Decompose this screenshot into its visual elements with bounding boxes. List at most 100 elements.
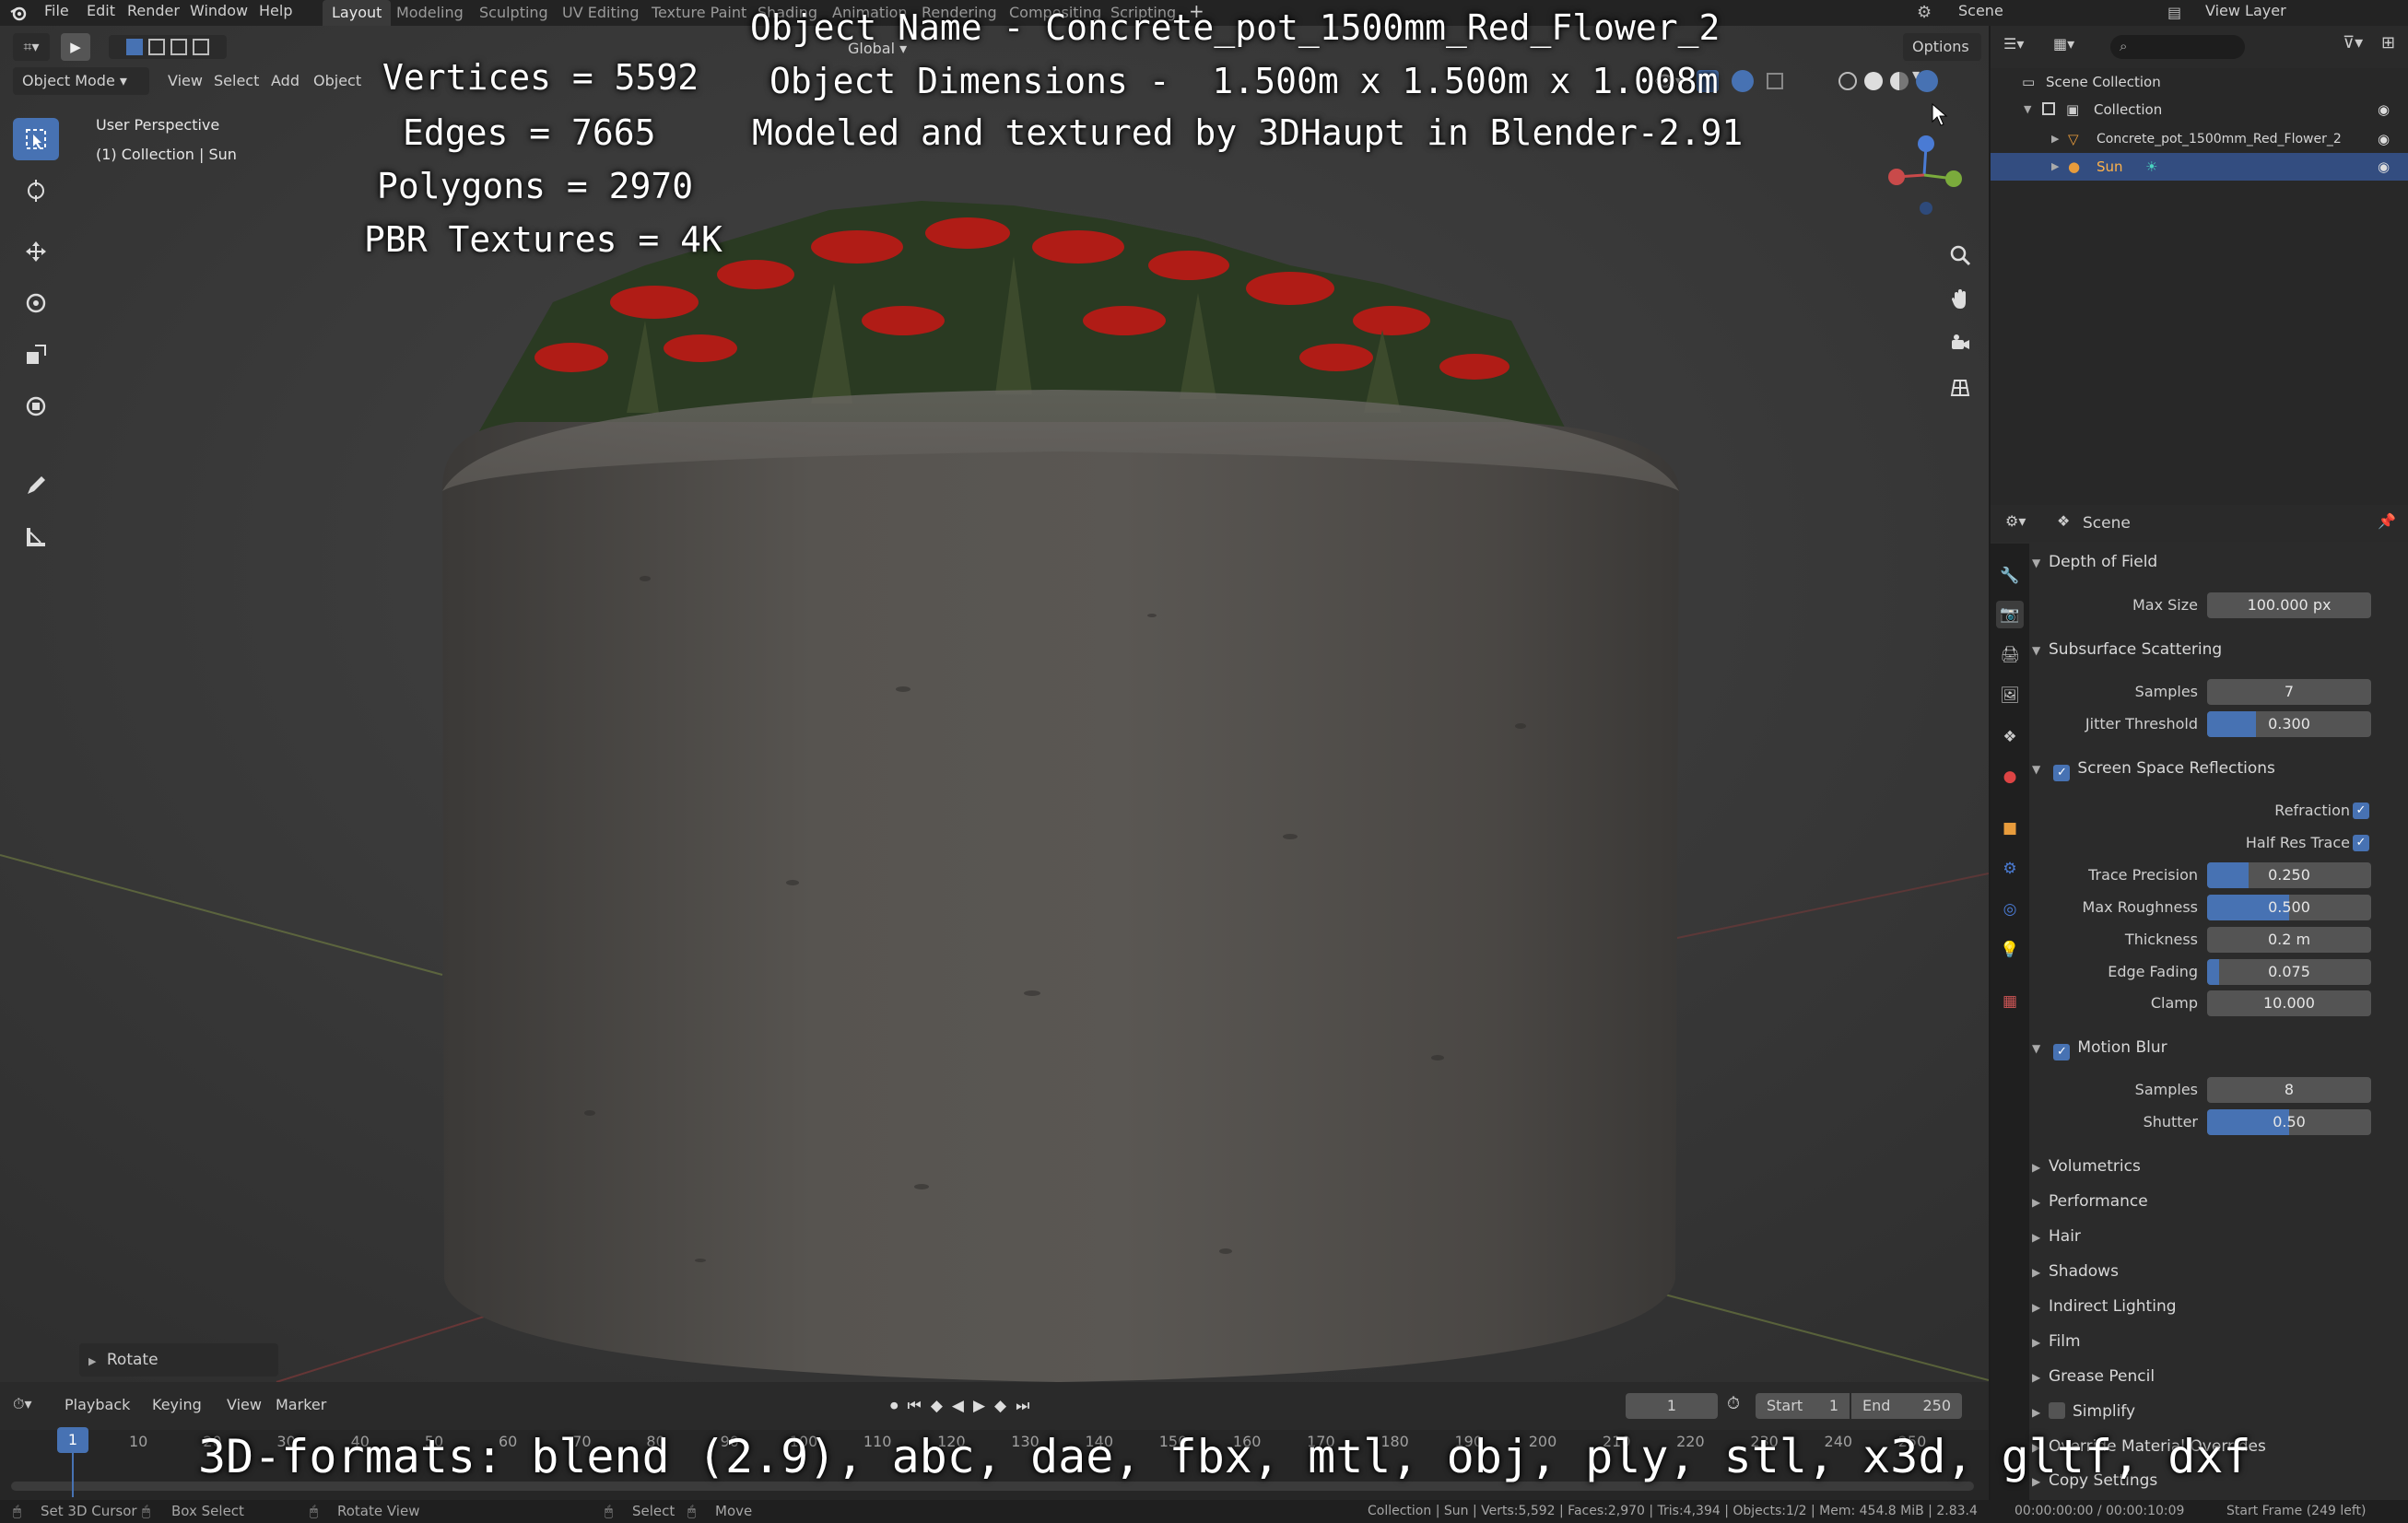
outliner-editor-icon[interactable]: ☰▾ bbox=[2003, 35, 2024, 53]
properties-editor-icon[interactable]: ⚙▾ bbox=[2005, 512, 2026, 530]
collection-checkbox[interactable] bbox=[2042, 102, 2055, 115]
outliner-row-collection[interactable]: ▼ ▣ Collection ◉ bbox=[1991, 96, 2408, 123]
timeline-view-menu[interactable]: View bbox=[227, 1396, 262, 1413]
physics-tab-icon[interactable]: ◎ bbox=[1996, 896, 2024, 923]
sss-samples-field[interactable]: 7 bbox=[2207, 679, 2371, 705]
outliner-row-scene-collection[interactable]: ▭ Scene Collection bbox=[1991, 68, 2408, 96]
outliner-search-input[interactable]: ⌕ bbox=[2110, 35, 2245, 59]
tab-modeling[interactable]: Modeling bbox=[387, 0, 473, 26]
visibility-eye-icon[interactable]: ◉ bbox=[2378, 96, 2390, 123]
ssr-enable-checkbox[interactable]: ✓ bbox=[2053, 765, 2071, 781]
simplify-checkbox[interactable] bbox=[2049, 1402, 2065, 1419]
playback-controls[interactable]: ⏺ ⏮ ◆ ◀ ▶ ◆ ⏭ bbox=[890, 1393, 1075, 1419]
options-dropdown[interactable]: Options ▾ bbox=[1903, 33, 1981, 83]
transform-tool-icon[interactable] bbox=[13, 385, 59, 428]
panel-motion-blur[interactable]: ▼ ✓ Motion Blur bbox=[2032, 1032, 2401, 1063]
panel-volumetrics[interactable]: ▶ Volumetrics bbox=[2032, 1151, 2401, 1182]
panel-shadows[interactable]: ▶ Shadows bbox=[2032, 1256, 2401, 1287]
blender-logo-icon[interactable] bbox=[9, 4, 28, 22]
object-menu[interactable]: Object bbox=[304, 67, 370, 95]
panel-hair[interactable]: ▶ Hair bbox=[2032, 1221, 2401, 1252]
clamp-field[interactable]: 10.000 bbox=[2207, 990, 2371, 1016]
new-collection-icon[interactable]: ⊞ bbox=[2381, 33, 2395, 53]
expand-arrow-icon[interactable]: ▶ bbox=[2051, 153, 2059, 181]
annotate-tool-icon[interactable] bbox=[13, 464, 59, 507]
camera-view-icon[interactable] bbox=[1943, 326, 1978, 361]
pin-icon[interactable]: 📌 bbox=[2378, 512, 2396, 530]
jump-start-icon[interactable]: ⏮ bbox=[908, 1397, 922, 1415]
start-frame-field[interactable]: Start 1 bbox=[1756, 1393, 1850, 1419]
menu-window[interactable]: Window bbox=[190, 0, 248, 26]
next-keyframe-icon[interactable]: ◆ bbox=[994, 1397, 1006, 1415]
navigation-gizmo[interactable] bbox=[1880, 118, 1981, 219]
editor-type-icon[interactable]: ⌗▾ bbox=[13, 33, 50, 61]
view-layer-selector[interactable]: View Layer bbox=[2205, 0, 2286, 26]
selection-mode-icons[interactable] bbox=[109, 35, 227, 59]
visibility-eye-icon[interactable]: ◉ bbox=[2378, 153, 2390, 181]
play-icon[interactable]: ▶ bbox=[973, 1397, 985, 1415]
end-frame-field[interactable]: End 250 bbox=[1851, 1393, 1962, 1419]
render-tab-icon[interactable]: 📷 bbox=[1996, 601, 2024, 628]
pan-hand-icon[interactable] bbox=[1943, 282, 1978, 317]
play-reverse-icon[interactable]: ◀ bbox=[952, 1397, 964, 1415]
menu-render[interactable]: Render bbox=[127, 0, 180, 26]
panel-depth-of-field[interactable]: ▼ Depth of Field bbox=[2032, 546, 2401, 578]
object-data-tab-icon[interactable]: 💡 bbox=[1996, 936, 2024, 964]
object-mode-dropdown[interactable]: Object Mode ▾ bbox=[13, 67, 149, 95]
motion-blur-checkbox[interactable]: ✓ bbox=[2053, 1044, 2071, 1060]
select-box-tool-icon[interactable] bbox=[13, 118, 59, 160]
zoom-icon[interactable] bbox=[1943, 238, 1978, 273]
shading-mode-icons[interactable] bbox=[1838, 67, 1968, 95]
trace-precision-slider[interactable]: 0.250 bbox=[2207, 862, 2371, 888]
object-tab-icon[interactable]: ■ bbox=[1996, 814, 2024, 842]
expand-arrow-icon[interactable]: ▶ bbox=[2051, 125, 2059, 153]
panel-film[interactable]: ▶ Film bbox=[2032, 1326, 2401, 1357]
tab-uv-editing[interactable]: UV Editing bbox=[553, 0, 648, 26]
scale-tool-icon[interactable] bbox=[13, 334, 59, 376]
select-tool-header-icon[interactable]: ▶ bbox=[61, 33, 90, 61]
scene-icon[interactable]: ⚙ bbox=[1917, 2, 1939, 24]
ortho-grid-icon[interactable] bbox=[1943, 370, 1978, 405]
record-icon[interactable]: ⏺ bbox=[890, 1397, 899, 1415]
max-size-field[interactable]: 100.000 px bbox=[2207, 592, 2371, 618]
visibility-eye-icon[interactable]: ◉ bbox=[2378, 125, 2390, 153]
rotate-tool-icon[interactable] bbox=[13, 282, 59, 324]
refraction-checkbox[interactable]: ✓ bbox=[2353, 803, 2369, 819]
outliner-row-pot[interactable]: ▶ ▽ Concrete_pot_1500mm_Red_Flower_2 ◉ bbox=[1991, 125, 2408, 153]
menu-file[interactable]: File bbox=[44, 0, 69, 26]
scene-selector[interactable]: Scene bbox=[1958, 0, 2003, 26]
max-roughness-slider[interactable]: 0.500 bbox=[2207, 895, 2371, 920]
outliner-row-sun[interactable]: ▶ ● Sun ☀ ◉ bbox=[1991, 153, 2408, 181]
thickness-field[interactable]: 0.2 m bbox=[2207, 927, 2371, 953]
select-menu[interactable]: Select bbox=[205, 67, 268, 95]
playback-menu[interactable]: Playback bbox=[65, 1396, 130, 1413]
filter-icon[interactable]: ⊽▾ bbox=[2343, 33, 2363, 53]
panel-grease-pencil[interactable]: ▶ Grease Pencil bbox=[2032, 1361, 2401, 1392]
operator-panel-rotate[interactable]: ▶ Rotate bbox=[79, 1343, 278, 1377]
tab-texture-paint[interactable]: Texture Paint bbox=[642, 0, 756, 26]
mb-samples-field[interactable]: 8 bbox=[2207, 1077, 2371, 1103]
prev-keyframe-icon[interactable]: ◆ bbox=[931, 1397, 943, 1415]
playhead[interactable]: 1 bbox=[57, 1427, 88, 1453]
jitter-threshold-slider[interactable]: 0.300 bbox=[2207, 711, 2371, 737]
half-res-trace-checkbox[interactable]: ✓ bbox=[2353, 835, 2369, 851]
shutter-slider[interactable]: 0.50 bbox=[2207, 1109, 2371, 1135]
cursor-tool-icon[interactable] bbox=[13, 170, 59, 212]
timeline-editor-icon[interactable]: ⏱▾ bbox=[13, 1395, 32, 1413]
panel-indirect-lighting[interactable]: ▶ Indirect Lighting bbox=[2032, 1291, 2401, 1322]
marker-menu[interactable]: Marker bbox=[276, 1396, 326, 1413]
move-tool-icon[interactable] bbox=[13, 230, 59, 273]
panel-screen-space-reflections[interactable]: ▼ ✓ Screen Space Reflections bbox=[2032, 753, 2401, 784]
jump-end-icon[interactable]: ⏭ bbox=[1016, 1397, 1029, 1415]
tab-layout[interactable]: Layout bbox=[323, 0, 392, 26]
panel-performance[interactable]: ▶ Performance bbox=[2032, 1186, 2401, 1217]
add-menu[interactable]: Add bbox=[262, 67, 309, 95]
modifier-tab-icon[interactable]: ⚙ bbox=[1996, 855, 2024, 883]
scene-tab-icon[interactable]: ❖ bbox=[1996, 723, 2024, 751]
keying-menu[interactable]: Keying bbox=[152, 1396, 202, 1413]
world-tab-icon[interactable]: ● bbox=[1996, 763, 2024, 791]
menu-help[interactable]: Help bbox=[259, 0, 292, 26]
3d-viewport[interactable]: User Perspective (1) Collection | Sun ▶ … bbox=[0, 26, 1989, 1382]
tab-sculpting[interactable]: Sculpting bbox=[470, 0, 558, 26]
tool-tab-icon[interactable]: 🔧 bbox=[1996, 562, 2024, 590]
